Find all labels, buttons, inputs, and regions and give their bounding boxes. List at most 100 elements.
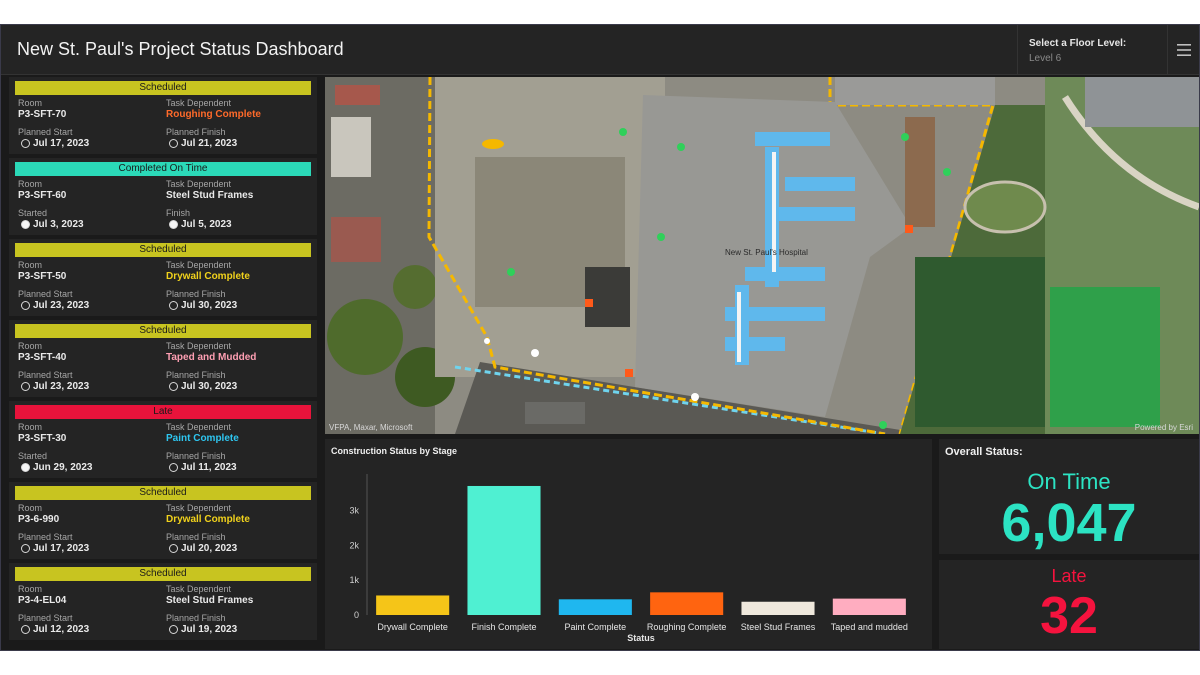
task-status-badge: Scheduled <box>15 486 311 500</box>
task-card[interactable]: Scheduled Room P3-SFT-50 Task Dependent Dryw… <box>9 239 317 316</box>
finish-date: Jul 21, 2023 <box>181 138 238 149</box>
task-status-badge: Scheduled <box>15 567 311 581</box>
start-label: Planned Start <box>18 289 73 299</box>
task-status-badge: Late <box>15 405 311 419</box>
task-card[interactable]: Completed On Time Room P3-SFT-60 Task Depen… <box>9 158 317 235</box>
finish-date-icon <box>169 625 178 634</box>
room-label: Room <box>18 98 43 108</box>
start-date: Jul 12, 2023 <box>33 624 90 635</box>
late-status-panel: Late 32 <box>939 560 1199 649</box>
finish-label: Planned Finish <box>166 289 226 299</box>
bar-taped-and-mudded[interactable] <box>832 598 906 615</box>
room-id: P3-SFT-40 <box>18 352 67 363</box>
task-status-badge: Completed On Time <box>15 162 311 176</box>
task-card[interactable]: Scheduled Room P3-6-990 Task Dependent Drywa… <box>9 482 317 559</box>
on-time-count: 6,047 <box>1001 493 1137 553</box>
start-label: Planned Start <box>18 613 73 623</box>
late-label: Late <box>1051 566 1087 586</box>
start-label: Planned Start <box>18 532 73 542</box>
finish-date-icon <box>169 544 178 553</box>
dependent-label: Task Dependent <box>166 179 232 189</box>
room-id: P3-SFT-30 <box>18 433 67 444</box>
late-count: 32 <box>1040 587 1098 645</box>
x-tick-label: Steel Stud Frames <box>741 622 816 632</box>
finish-label: Planned Finish <box>166 451 226 461</box>
room-label: Room <box>18 341 43 351</box>
chart-title: Construction Status by Stage <box>331 446 458 456</box>
site-map[interactable]: New St. Paul's Hospital VFPA, Maxar, Mic… <box>325 77 1199 434</box>
start-date-icon <box>21 382 30 391</box>
start-date-icon <box>21 301 30 310</box>
bar-drywall-complete[interactable] <box>376 595 450 615</box>
task-dependent: Paint Complete <box>166 433 239 444</box>
task-card[interactable]: Late Room P3-SFT-30 Task Dependent Paint Com… <box>9 401 317 478</box>
finish-label: Planned Finish <box>166 370 226 380</box>
finish-date: Jul 5, 2023 <box>181 219 232 230</box>
start-date: Jul 17, 2023 <box>33 543 90 554</box>
finish-date: Jul 11, 2023 <box>181 462 237 473</box>
finish-date: Jul 30, 2023 <box>181 381 238 392</box>
room-id: P3-SFT-70 <box>18 109 67 120</box>
y-tick-label: 2k <box>349 540 359 550</box>
stage-chart-panel: 0 1k 2k 3k Drywall Complete Finish Complete Pa… <box>325 439 932 649</box>
task-card[interactable]: Scheduled Room P3-4-EL04 Task Dependent Stee… <box>9 563 317 640</box>
floor-level-selector[interactable]: Select a Floor Level: Level 6 <box>1017 25 1167 75</box>
y-tick-label: 0 <box>354 610 359 620</box>
bar-finish-complete[interactable] <box>467 485 541 615</box>
finish-label: Planned Finish <box>166 532 226 542</box>
finish-date: Jul 20, 2023 <box>181 543 238 554</box>
finish-label: Finish <box>166 208 191 218</box>
bar-steel-stud-frames[interactable] <box>741 601 815 615</box>
x-tick-label: Paint Complete <box>565 622 627 632</box>
start-date: Jun 29, 2023 <box>33 462 93 473</box>
x-tick-label: Taped and mudded <box>831 622 908 632</box>
dependent-label: Task Dependent <box>166 422 232 432</box>
hamburger-menu-icon <box>1176 44 1191 56</box>
floor-select-value: Level 6 <box>1029 53 1062 64</box>
stage-bar-chart: 0 1k 2k 3k Drywall Complete Finish Complete Pa… <box>349 474 908 643</box>
room-label: Room <box>18 179 43 189</box>
task-dependent: Drywall Complete <box>166 514 250 525</box>
dashboard-frame: New St. Paul's Project Status Dashboard … <box>0 24 1200 651</box>
finish-date: Jul 19, 2023 <box>181 624 238 635</box>
finish-date-icon <box>169 382 178 391</box>
dependent-label: Task Dependent <box>166 98 232 108</box>
finish-date-icon <box>169 220 178 229</box>
room-id: P3-4-EL04 <box>18 595 67 606</box>
finish-date-icon <box>169 301 178 310</box>
start-label: Planned Start <box>18 127 73 137</box>
room-id: P3-SFT-60 <box>18 190 67 201</box>
menu-button[interactable] <box>1167 25 1199 75</box>
finish-label: Planned Finish <box>166 613 226 623</box>
finish-date-icon <box>169 463 178 472</box>
task-dependent: Steel Stud Frames <box>166 190 254 201</box>
room-id: P3-6-990 <box>18 514 60 525</box>
page-title: New St. Paul's Project Status Dashboard <box>17 39 344 59</box>
app-header: New St. Paul's Project Status Dashboard … <box>1 25 1199 75</box>
task-card[interactable]: Scheduled Room P3-SFT-70 Task Dependent Roug… <box>9 77 317 154</box>
x-tick-label: Roughing Complete <box>647 622 727 632</box>
start-label: Started <box>18 208 48 218</box>
task-dependent: Drywall Complete <box>166 271 250 282</box>
room-label: Room <box>18 260 43 270</box>
task-list[interactable]: Scheduled Room P3-SFT-70 Task Dependent Roug… <box>9 77 317 649</box>
bar-paint-complete[interactable] <box>558 599 632 615</box>
start-date: Jul 17, 2023 <box>33 138 90 149</box>
bar-roughing-complete[interactable] <box>650 592 724 615</box>
task-status-badge: Scheduled <box>15 81 311 95</box>
room-label: Room <box>18 422 43 432</box>
floor-select-label: Select a Floor Level: <box>1029 38 1127 49</box>
map-attribution: VFPA, Maxar, Microsoft <box>329 423 413 432</box>
start-date-icon <box>21 625 30 634</box>
start-date: Jul 23, 2023 <box>33 300 90 311</box>
task-card[interactable]: Scheduled Room P3-SFT-40 Task Dependent Tape… <box>9 320 317 397</box>
task-dependent: Taped and Mudded <box>166 352 257 363</box>
start-date-icon <box>21 463 30 472</box>
map-powered-by: Powered by Esri <box>1134 423 1193 432</box>
task-dependent: Roughing Complete <box>166 109 261 120</box>
start-date-icon <box>21 139 30 148</box>
start-date: Jul 3, 2023 <box>33 219 84 230</box>
finish-label: Planned Finish <box>166 127 226 137</box>
dependent-label: Task Dependent <box>166 584 232 594</box>
start-label: Started <box>18 451 48 461</box>
